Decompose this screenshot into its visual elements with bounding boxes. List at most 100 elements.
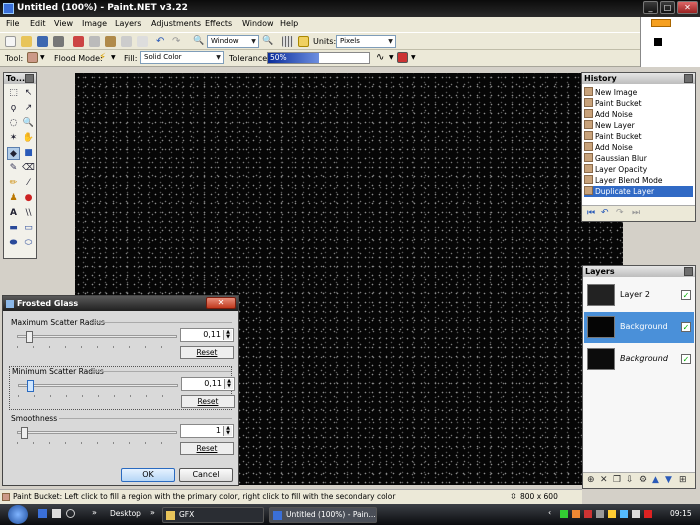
deselect-icon[interactable] — [137, 36, 148, 47]
quicklaunch-desktop-icon[interactable] — [52, 509, 61, 518]
recolor-icon[interactable]: ● — [22, 192, 35, 205]
min-scatter-radius-input[interactable]: 0,11 ▲ ▼ — [181, 377, 235, 391]
save-icon[interactable] — [37, 36, 48, 47]
rectangle-icon[interactable]: ▬ — [7, 222, 20, 235]
zoom-out-icon[interactable]: 🔍 — [193, 36, 204, 47]
eraser-icon[interactable]: ⌫ — [22, 162, 35, 175]
color-picker-icon[interactable]: ⁄ — [22, 177, 35, 190]
menu-help[interactable]: Help — [280, 19, 298, 28]
clone-stamp-icon[interactable]: ♟ — [7, 192, 20, 205]
history-item[interactable]: Gaussian Blur — [584, 153, 647, 164]
window-titlebar[interactable]: Untitled (100%) - Paint.NET v3.22 _ □ ✕ — [0, 0, 700, 17]
paint-bucket-icon[interactable] — [27, 52, 38, 63]
rulers-icon[interactable] — [298, 36, 309, 47]
tray-icon[interactable] — [560, 510, 568, 518]
zoom-icon[interactable]: 🔍 — [22, 117, 35, 130]
grid-icon[interactable] — [282, 36, 293, 47]
history-item[interactable]: New Layer — [584, 120, 635, 131]
rounded-rectangle-icon[interactable]: ▭ — [22, 222, 35, 235]
dialog-titlebar[interactable]: Frosted Glass ✕ — [3, 296, 238, 311]
undo-icon[interactable]: ↶ — [601, 208, 609, 218]
zoom-in-icon[interactable]: 🔍 — [262, 36, 273, 47]
slider-thumb[interactable] — [25, 331, 33, 343]
quicklaunch-app-icon[interactable] — [66, 509, 75, 518]
cancel-button[interactable]: Cancel — [179, 468, 233, 482]
max-scatter-radius-slider[interactable] — [17, 331, 177, 343]
duplicate-layer-icon[interactable]: ❐ — [613, 475, 621, 485]
tray-icon[interactable] — [596, 510, 604, 518]
new-icon[interactable] — [5, 36, 16, 47]
smoothness-input[interactable]: 1 ▲ ▼ — [180, 424, 234, 438]
close-button[interactable]: ✕ — [677, 1, 698, 14]
redo-icon[interactable]: ↷ — [172, 36, 183, 47]
taskbar-gfx-button[interactable]: GFX — [162, 507, 264, 523]
smoothness-slider[interactable] — [17, 427, 177, 439]
history-item-current[interactable]: Duplicate Layer — [584, 186, 693, 197]
print-icon[interactable] — [53, 36, 64, 47]
layer-row[interactable]: Background ✓ — [584, 344, 694, 375]
menu-effects[interactable]: Effects — [205, 19, 232, 28]
move-selected-icon[interactable]: ↗ — [22, 102, 35, 115]
history-item[interactable]: New Image — [584, 87, 637, 98]
antivirus-icon[interactable] — [644, 510, 652, 518]
redo-icon[interactable]: ↷ — [616, 208, 624, 218]
reset-button[interactable]: Reset — [180, 442, 234, 455]
pencil-icon[interactable]: ✏ — [7, 177, 20, 190]
crop-icon[interactable] — [121, 36, 132, 47]
pan-icon[interactable]: ✋ — [22, 132, 35, 145]
menu-view[interactable]: View — [54, 19, 73, 28]
history-item[interactable]: Layer Blend Mode — [584, 175, 662, 186]
history-item[interactable]: Paint Bucket — [584, 98, 642, 109]
merge-down-icon[interactable]: ⇩ — [626, 475, 634, 485]
move-selection-icon[interactable]: ↖ — [22, 87, 35, 100]
tray-icon[interactable] — [608, 510, 616, 518]
paint-bucket-tool-icon[interactable]: ◆ — [7, 147, 20, 160]
network-icon[interactable] — [620, 510, 628, 518]
start-button[interactable] — [8, 505, 28, 524]
history-item[interactable]: Add Noise — [584, 142, 633, 153]
units-combo[interactable]: Pixels ▼ — [336, 35, 396, 48]
menu-layers[interactable]: Layers — [115, 19, 141, 28]
antialias-icon[interactable]: ∿ — [376, 52, 387, 63]
freeform-shape-icon[interactable]: ⬭ — [22, 237, 35, 250]
reset-button[interactable]: Reset — [180, 346, 234, 359]
taskbar-paintnet-button[interactable]: Untitled (100%) - Pain... — [269, 507, 377, 523]
fast-forward-icon[interactable]: ⏭ — [632, 208, 640, 218]
ellipse-select-icon[interactable]: ◌ — [7, 117, 20, 130]
spinner-icon[interactable]: ▲ ▼ — [223, 330, 232, 340]
dialog-close-button[interactable]: ✕ — [206, 297, 236, 309]
spinner-icon[interactable]: ▲ ▼ — [224, 379, 233, 389]
line-curve-icon[interactable]: \\ — [22, 207, 35, 220]
chevron-right-icon[interactable]: » — [92, 508, 97, 517]
cut-icon[interactable] — [73, 36, 84, 47]
menu-file[interactable]: File — [6, 19, 19, 28]
rectangle-select-icon[interactable]: ⬚ — [7, 87, 20, 100]
paintbrush-icon[interactable]: ✎ — [7, 162, 20, 175]
paste-icon[interactable] — [105, 36, 116, 47]
layer-row-selected[interactable]: Background ✓ — [584, 312, 694, 343]
tolerance-slider[interactable]: 50% — [267, 52, 370, 64]
menu-edit[interactable]: Edit — [30, 19, 46, 28]
layer-visibility-checkbox[interactable]: ✓ — [681, 322, 691, 332]
fill-combo[interactable]: Solid Color ▼ — [140, 51, 224, 64]
layer-row[interactable]: Layer 2 ✓ — [584, 280, 694, 311]
volume-icon[interactable] — [632, 510, 640, 518]
slider-thumb[interactable] — [21, 427, 28, 439]
menu-window[interactable]: Window — [242, 19, 274, 28]
menu-image[interactable]: Image — [82, 19, 107, 28]
history-item[interactable]: Layer Opacity — [584, 164, 647, 175]
zoom-combo[interactable]: Window ▼ — [207, 35, 259, 48]
panel-close-icon[interactable] — [684, 74, 693, 83]
move-layer-up-icon[interactable]: ▲ — [652, 475, 659, 485]
quicklaunch-ie-icon[interactable] — [38, 509, 47, 518]
undo-icon[interactable]: ↶ — [156, 36, 167, 47]
flood-mode-icon[interactable]: ⚡ — [99, 52, 110, 63]
open-icon[interactable] — [21, 36, 32, 47]
rewind-icon[interactable]: ⏮ — [587, 208, 595, 218]
panel-close-icon[interactable] — [684, 267, 693, 276]
tray-icon[interactable] — [584, 510, 592, 518]
history-item[interactable]: Paint Bucket — [584, 131, 642, 142]
spinner-icon[interactable]: ▲ ▼ — [223, 426, 232, 436]
panel-close-icon[interactable] — [25, 74, 34, 83]
chevron-right-icon[interactable]: » — [150, 508, 155, 517]
